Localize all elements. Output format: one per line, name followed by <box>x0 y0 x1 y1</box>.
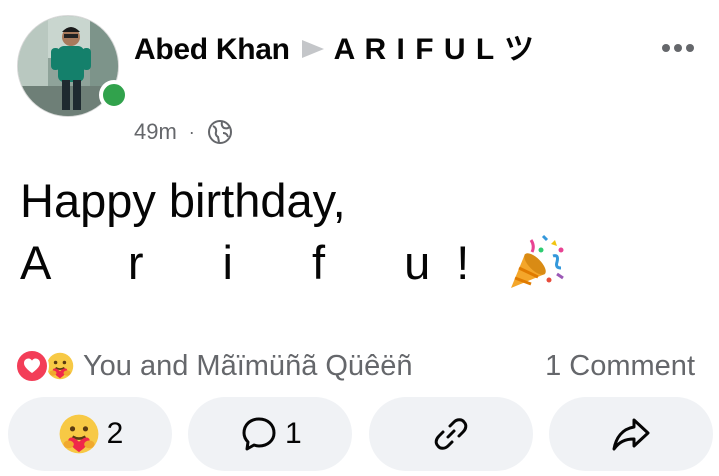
share-button[interactable] <box>548 397 713 471</box>
copy-link-button[interactable] <box>368 397 533 471</box>
post-text: Happy birthday, A r i f u! <box>20 170 700 294</box>
comments-count[interactable]: 1 Comment <box>545 344 695 388</box>
more-dot <box>686 44 694 52</box>
party-popper-icon <box>511 234 565 288</box>
more-dot <box>674 44 682 52</box>
target-name[interactable]: A R I F U L ツ <box>334 33 534 66</box>
more-dot <box>662 44 670 52</box>
react-button[interactable]: 2 <box>8 397 172 471</box>
online-status-dot <box>99 80 129 110</box>
react-count: 2 <box>106 417 124 450</box>
post-text-line1: Happy birthday, <box>20 174 346 227</box>
more-options-button[interactable] <box>655 30 701 66</box>
post-meta: 49m · <box>134 117 233 147</box>
post-text-line2-row: A r i f u! <box>20 232 700 294</box>
share-icon <box>612 418 650 451</box>
comment-button[interactable]: 1 <box>188 397 353 471</box>
care-icon <box>59 414 99 454</box>
post-text-line2: A r i f u! <box>20 236 496 289</box>
globe-icon <box>207 120 232 144</box>
comment-bubble-icon <box>242 417 276 451</box>
post-header-title: Abed Khan A R I F U L ツ <box>134 30 624 70</box>
post-timestamp[interactable]: 49m <box>134 119 177 145</box>
reactors-text[interactable]: You and Mãïmüñã Qüêëñ <box>83 350 412 383</box>
meta-separator: · <box>188 121 195 142</box>
author-name[interactable]: Abed Khan <box>134 33 290 66</box>
link-icon <box>434 418 467 450</box>
post-card: Abed Khan A R I F U L ツ 49m · Happy birth… <box>0 0 719 476</box>
reactions-summary[interactable]: You and Mãïmüñã Qüêëñ <box>15 344 412 388</box>
love-icon <box>15 349 49 383</box>
arrow-right-icon <box>301 40 324 59</box>
action-bar: 2 1 <box>8 397 713 471</box>
comment-count: 1 <box>284 417 302 450</box>
